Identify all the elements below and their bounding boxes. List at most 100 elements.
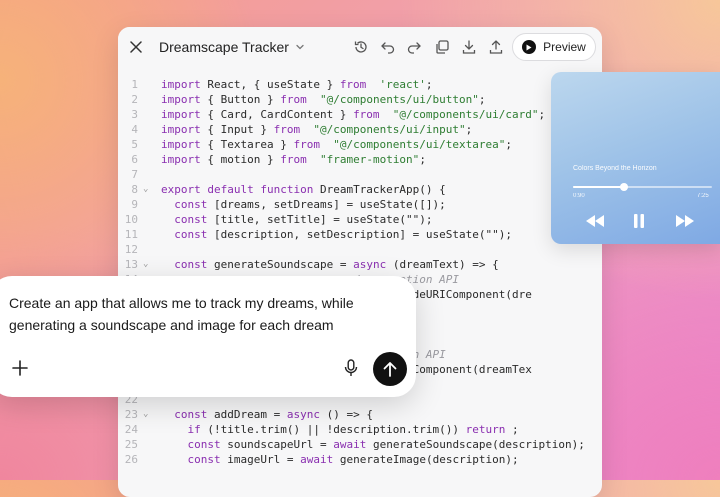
line-number: 13 [124, 258, 138, 271]
fold-chevron-icon[interactable]: ⌄ [143, 407, 148, 422]
code-line: 2 import { Button } from "@/components/ui… [118, 92, 602, 107]
fast-forward-button[interactable] [673, 210, 697, 232]
fast-forward-icon [676, 215, 694, 227]
code-token: generateSoundscape = [214, 258, 354, 271]
code-text: const addDream = async () => { [161, 407, 373, 422]
preview-button[interactable]: Preview [512, 33, 596, 61]
code-token: "@/components/ui/textarea" [326, 138, 506, 151]
code-token: from [273, 123, 307, 136]
code-token: await [300, 453, 340, 466]
code-token: (dreamText) => { [392, 258, 499, 271]
code-text: import { Input } from "@/components/ui/i… [161, 122, 472, 137]
prompt-input[interactable]: Create an app that allows me to track my… [9, 292, 379, 336]
code-text: import { motion } from "framer-motion"; [161, 152, 426, 167]
code-token: "@/components/ui/button" [313, 93, 479, 106]
preview-label: Preview [543, 40, 586, 54]
code-token: 'react' [372, 78, 426, 91]
line-number: 3 [131, 108, 138, 121]
microphone-icon [344, 359, 358, 376]
undo-button[interactable] [377, 36, 399, 58]
seek-bar[interactable] [573, 183, 712, 191]
code-text: const generateSoundscape = async (dreamT… [161, 257, 499, 272]
seek-knob[interactable] [620, 183, 629, 191]
code-editor-window: Dreamscape Tracker Preview 1 import Reac… [118, 27, 602, 497]
code-token: soundscapeUrl = [227, 438, 334, 451]
code-token: return [465, 423, 513, 436]
close-icon [130, 41, 142, 53]
code-line: 24 if (!title.trim() || !description.tri… [118, 422, 602, 437]
code-token: const [174, 408, 214, 421]
code-token: DreamTrackerApp() { [319, 183, 446, 196]
chevron-down-icon [296, 44, 304, 50]
code-line: 6 import { motion } from "framer-motion"; [118, 152, 602, 167]
microphone-button[interactable] [342, 358, 360, 378]
code-text: export default function DreamTrackerApp(… [161, 182, 446, 197]
close-button[interactable] [124, 35, 148, 59]
pause-icon [634, 214, 644, 228]
code-token: "framer-motion" [313, 153, 420, 166]
code-area[interactable]: 1 import React, { useState } from 'react'… [118, 77, 602, 467]
code-line: 5 import { Textarea } from "@/components/… [118, 137, 602, 152]
code-token: () => { [326, 408, 373, 421]
line-number: 1 [131, 78, 138, 91]
add-attachment-button[interactable] [10, 358, 30, 378]
code-line: 7 [118, 167, 602, 182]
code-text: import { Card, CardContent } from "@/com… [161, 107, 545, 122]
code-token: import [161, 123, 208, 136]
fold-chevron-icon[interactable]: ⌄ [143, 257, 148, 272]
code-token: from [280, 93, 314, 106]
line-number: 7 [131, 168, 138, 181]
code-line: 12 [118, 242, 602, 257]
code-token: const [187, 438, 228, 451]
share-button[interactable] [485, 36, 507, 58]
line-number: 25 [124, 438, 138, 451]
project-title-dropdown[interactable]: Dreamscape Tracker [159, 37, 305, 57]
code-token: const [174, 213, 214, 226]
code-token: ; [538, 108, 546, 121]
code-token: { motion } [207, 153, 281, 166]
history-button[interactable] [350, 36, 372, 58]
undo-icon [381, 42, 395, 54]
code-token: async [353, 258, 393, 271]
line-number: 9 [131, 198, 138, 211]
fold-chevron-icon[interactable]: ⌄ [143, 182, 148, 197]
code-line: 11 const [description, setDescription] =… [118, 227, 602, 242]
code-token: from [353, 108, 387, 121]
code-token: import [161, 93, 208, 106]
code-token: import [161, 108, 208, 121]
code-text: const [description, setDescription] = us… [161, 227, 512, 242]
code-text: const soundscapeUrl = await generateSoun… [161, 437, 585, 452]
code-token: import [161, 78, 208, 91]
code-token: generateImage(description); [339, 453, 519, 466]
code-line: 23 ⌄ const addDream = async () => { [118, 407, 602, 422]
copy-button[interactable] [431, 36, 453, 58]
arrow-up-icon [383, 362, 397, 377]
send-button[interactable] [373, 352, 407, 386]
history-icon [354, 41, 367, 53]
redo-button[interactable] [403, 36, 425, 58]
pause-button[interactable] [630, 210, 648, 232]
code-text: import { Textarea } from "@/components/u… [161, 137, 512, 152]
code-text: if (!title.trim() || !description.trim()… [161, 422, 519, 437]
code-token: async [286, 408, 327, 421]
play-icon [522, 40, 537, 54]
code-text: const [title, setTitle] = useState(""); [161, 212, 432, 227]
line-number: 23 [124, 408, 138, 421]
download-button[interactable] [458, 36, 480, 58]
code-token: { Card, CardContent } [207, 108, 354, 121]
code-token: { Button } [207, 93, 281, 106]
code-token: ; [465, 123, 473, 136]
rewind-icon [586, 215, 604, 227]
download-icon [462, 40, 476, 54]
code-token: ; [419, 153, 426, 166]
time-elapsed: 0:90 [573, 193, 585, 199]
code-token: from [293, 138, 327, 151]
code-token: "@/components/ui/card" [386, 108, 539, 121]
editor-header: Dreamscape Tracker Preview [118, 27, 602, 67]
rewind-button[interactable] [583, 210, 607, 232]
